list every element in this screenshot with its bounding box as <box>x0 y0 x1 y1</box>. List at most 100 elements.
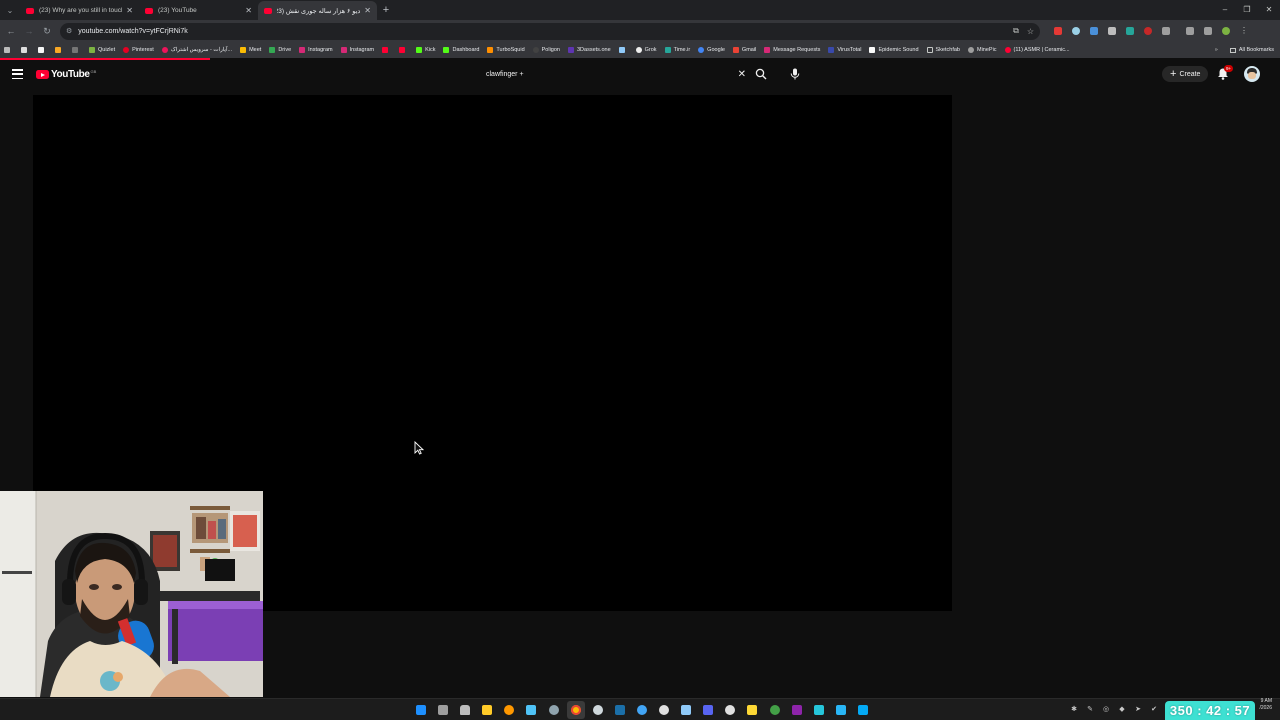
browser-tab-1[interactable]: (23) Why are you still in touch ✕ <box>20 1 139 20</box>
bluetooth-icon[interactable]: ✱ <box>1066 702 1082 718</box>
extension-tool-icon[interactable] <box>1104 23 1120 39</box>
bookmark-app-icon[interactable] <box>4 47 13 53</box>
close-tab-icon[interactable]: ✕ <box>245 6 252 15</box>
bookmark-virustotal[interactable]: VirusTotal <box>828 47 861 53</box>
bookmark-message-requests[interactable]: Message Requests <box>764 47 820 53</box>
bookmarks-bar: Quizlet Pinterest آپارات - سرویس اشتراک.… <box>0 42 1280 58</box>
profile-avatar-icon[interactable] <box>1218 23 1234 39</box>
photos-app-icon[interactable] <box>832 701 850 719</box>
minimize-icon[interactable]: – <box>1214 0 1236 20</box>
back-icon[interactable]: ← <box>2 26 20 36</box>
tab-search-icon[interactable]: ⌄ <box>0 0 20 20</box>
apps-grid-icon[interactable] <box>72 47 81 53</box>
xbox-icon[interactable] <box>766 701 784 719</box>
search-query[interactable]: clawfinger + <box>486 71 738 78</box>
side-panel-icon[interactable] <box>1200 23 1216 39</box>
settings-gear-icon[interactable] <box>545 701 563 719</box>
lock-app-icon[interactable] <box>456 701 474 719</box>
bookmark-minepic[interactable]: MinePic <box>967 47 997 53</box>
bookmark-app-icon[interactable] <box>38 47 47 53</box>
bookmark-timeir[interactable]: Time.ir <box>664 47 690 53</box>
extension-glasses-icon[interactable] <box>1182 23 1198 39</box>
bookmark-sketchfab[interactable]: Sketchfab <box>926 47 960 53</box>
task-view-icon[interactable] <box>434 701 452 719</box>
address-bar[interactable]: ⚙ youtube.com/watch?v=ytFCrjRNi7k ⧉ ☆ <box>60 22 1040 40</box>
extension-wave-icon[interactable] <box>1086 23 1102 39</box>
bookmark-dashboard[interactable]: Dashboard <box>443 47 479 53</box>
app-cloud-icon[interactable] <box>633 701 651 719</box>
close-window-icon[interactable]: ✕ <box>1258 0 1280 20</box>
install-app-icon[interactable]: ⧉ <box>1013 26 1019 36</box>
paint-app-icon[interactable] <box>854 701 872 719</box>
maximize-icon[interactable]: ❐ <box>1236 0 1258 20</box>
bookmark-app-icon[interactable] <box>21 47 30 53</box>
mail-app-icon[interactable] <box>522 701 540 719</box>
close-tab-icon[interactable]: ✕ <box>126 6 133 15</box>
guide-menu-icon[interactable] <box>12 69 23 79</box>
new-tab-button[interactable]: + <box>377 1 395 20</box>
voice-search-button[interactable] <box>786 65 804 83</box>
bookmark-star-icon[interactable]: ☆ <box>1027 27 1034 36</box>
tray-check-icon[interactable]: ✔ <box>1146 702 1162 718</box>
vpn-app-icon[interactable] <box>810 701 828 719</box>
extension-red-icon[interactable] <box>1050 23 1066 39</box>
chrome-menu-icon[interactable]: ⋮ <box>1236 23 1252 39</box>
url-text[interactable]: youtube.com/watch?v=ytFCrjRNi7k <box>78 28 1005 35</box>
bookmark-quizlet[interactable]: Quizlet <box>89 47 115 53</box>
youtube-logo[interactable]: YouTube GB <box>36 69 96 80</box>
tray-feather-icon[interactable]: ✎ <box>1082 702 1098 718</box>
reload-icon[interactable]: ↻ <box>38 26 56 37</box>
search-input[interactable]: clawfinger + ✕ <box>476 66 750 82</box>
site-info-icon[interactable]: ⚙ <box>66 27 72 35</box>
bookmark-instagram[interactable]: Instagram <box>299 47 333 53</box>
chrome-icon[interactable] <box>566 701 585 719</box>
file-explorer-icon[interactable] <box>478 701 496 719</box>
search-button[interactable] <box>752 65 770 83</box>
openai-icon[interactable] <box>721 701 739 719</box>
bookmark-asmr[interactable]: (11) ASMR | Ceramic... <box>1004 47 1070 53</box>
bookmark-grok[interactable]: Grok <box>635 47 657 53</box>
tray-shield-icon[interactable]: ◆ <box>1114 702 1130 718</box>
bookmark-kick[interactable]: Kick <box>416 47 435 53</box>
bookmark-poligon[interactable]: Poligon <box>532 47 560 53</box>
bookmark-pinterest[interactable]: Pinterest <box>123 47 154 53</box>
bookmark-aparat[interactable]: آپارات - سرویس اشتراک... <box>161 47 232 53</box>
bookmark-drive[interactable]: Drive <box>269 47 291 53</box>
more-bookmarks-icon[interactable]: » <box>1215 47 1218 53</box>
rider-icon[interactable] <box>788 701 806 719</box>
extension-pin-icon[interactable] <box>1140 23 1156 39</box>
bookmark-google[interactable]: Google <box>698 47 725 53</box>
bookmark-epidemic-sound[interactable]: Epidemic Sound <box>869 47 919 53</box>
steam-icon[interactable] <box>611 701 629 719</box>
bookmark-3dassets[interactable]: 3Dassets.one <box>568 47 611 53</box>
account-avatar[interactable] <box>1244 66 1260 82</box>
microphone-icon <box>790 68 800 80</box>
browser-tab-3-active[interactable]: دیو ۶ هزار ساله جوری نقش (23) ✕ <box>258 1 377 20</box>
extension-circle-icon[interactable] <box>1068 23 1084 39</box>
flask-app-icon[interactable] <box>743 701 761 719</box>
bookmark-youtube-icon[interactable] <box>399 47 408 53</box>
bookmark-gmail[interactable]: Gmail <box>732 47 756 53</box>
search-magnifier-icon[interactable] <box>500 701 518 719</box>
bookmark-meet[interactable]: Meet <box>240 47 261 53</box>
clear-search-icon[interactable]: ✕ <box>738 69 746 80</box>
bookmark-youtube-icon[interactable] <box>382 47 391 53</box>
tray-app-icon[interactable]: ◎ <box>1098 702 1114 718</box>
bookmark-turbosquid[interactable]: TurboSquid <box>487 47 525 53</box>
discord-icon[interactable] <box>699 701 717 719</box>
forward-icon[interactable]: → <box>20 26 38 36</box>
wordpad-icon[interactable] <box>589 701 607 719</box>
close-tab-icon[interactable]: ✕ <box>364 6 371 15</box>
bookmark-sparkle-icon[interactable] <box>618 47 628 53</box>
start-windows-icon[interactable] <box>412 701 430 719</box>
all-bookmarks-button[interactable]: » All Bookmarks <box>1208 42 1274 58</box>
bookmark-instagram[interactable]: Instagram <box>340 47 374 53</box>
create-button[interactable]: + Create <box>1162 66 1209 82</box>
obs-icon[interactable] <box>655 701 673 719</box>
bookmark-app-icon[interactable] <box>55 47 64 53</box>
extensions-puzzle-icon[interactable] <box>1158 23 1174 39</box>
telegram-icon[interactable]: ➤ <box>1130 702 1146 718</box>
calculator-icon[interactable] <box>677 701 695 719</box>
browser-tab-2[interactable]: (23) YouTube ✕ <box>139 1 258 20</box>
extension-translate-icon[interactable] <box>1122 23 1138 39</box>
